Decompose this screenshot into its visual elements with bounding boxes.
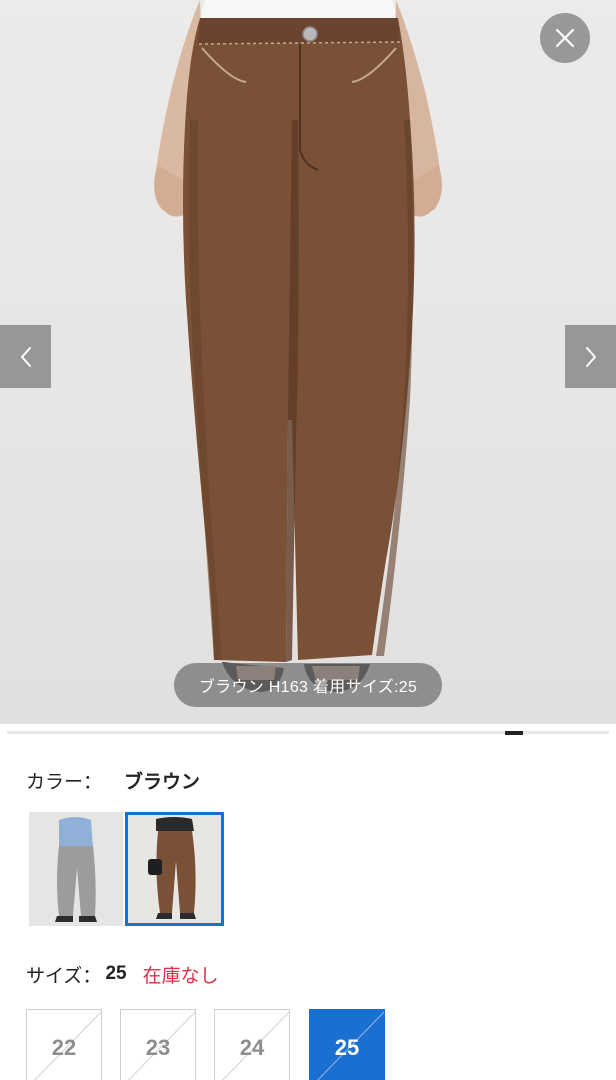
color-selector-header: カラー： ブラウン — [26, 766, 200, 794]
product-image-gallery[interactable]: ブラウン H163 着用サイズ:25 — [0, 0, 616, 724]
size-selector-header: サイズ： 25 在庫なし — [26, 960, 219, 988]
next-image-button[interactable] — [565, 325, 616, 388]
size-option-label: 22 — [51, 1035, 77, 1060]
size-option-label: 23 — [145, 1035, 171, 1060]
chevron-right-icon — [585, 346, 596, 367]
stock-status-badge: 在庫なし — [142, 965, 219, 987]
previous-image-button[interactable] — [0, 325, 51, 388]
chevron-left-icon — [20, 346, 31, 367]
close-icon — [555, 28, 575, 48]
color-label: カラー： — [26, 771, 103, 793]
size-option-24[interactable]: 24 — [214, 1009, 290, 1080]
size-option-label: 25 — [334, 1035, 360, 1060]
product-photo — [154, 0, 442, 692]
size-label: サイズ： — [26, 965, 102, 987]
gray-jeans-thumbnail — [29, 812, 123, 926]
image-pager-indicator — [505, 731, 523, 735]
color-swatch-gray[interactable] — [29, 812, 123, 926]
size-option-25[interactable]: 25 — [309, 1009, 385, 1080]
size-option-label: 24 — [239, 1035, 265, 1060]
selected-color-value: ブラウン — [124, 771, 201, 793]
size-option-23[interactable]: 23 — [120, 1009, 196, 1080]
image-caption: ブラウン H163 着用サイズ:25 — [174, 663, 442, 707]
color-swatch-brown[interactable] — [125, 812, 224, 926]
selected-size-value: 25 — [105, 963, 127, 984]
close-button[interactable] — [540, 13, 590, 63]
size-option-22[interactable]: 22 — [26, 1009, 102, 1080]
brown-jeans-thumbnail — [128, 815, 221, 923]
